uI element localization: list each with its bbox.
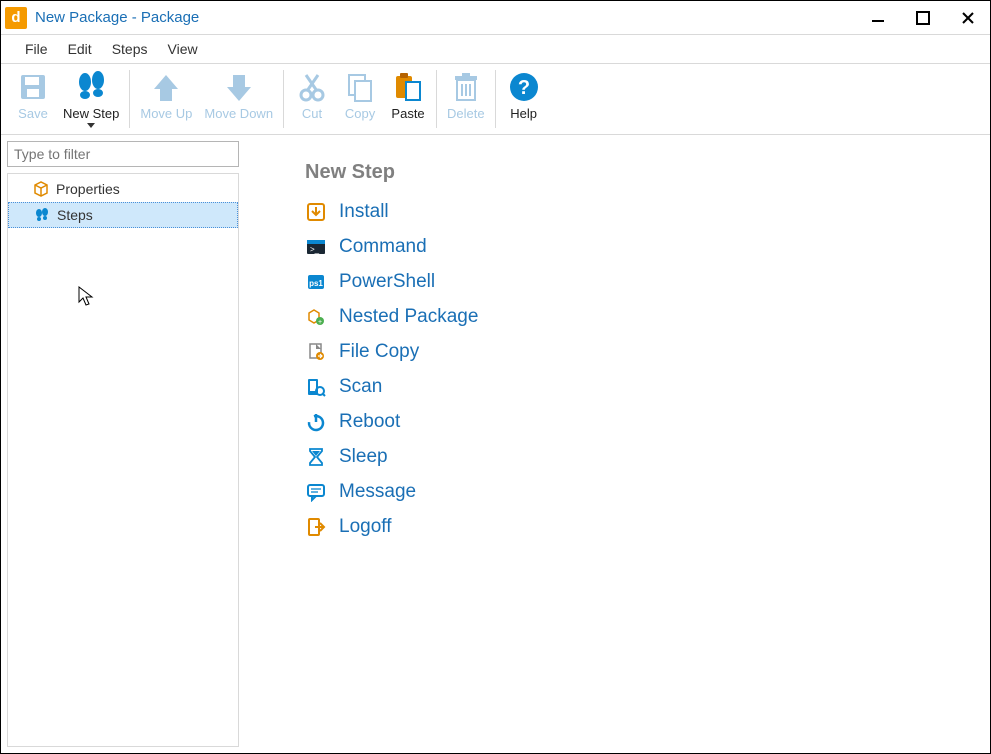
close-button[interactable] bbox=[945, 3, 990, 33]
step-reboot[interactable]: Reboot bbox=[305, 404, 970, 439]
step-link[interactable]: Sleep bbox=[339, 446, 388, 468]
powershell-icon: ps1 bbox=[305, 272, 327, 292]
tree-item-label: Steps bbox=[57, 207, 93, 223]
step-file-copy[interactable]: File Copy bbox=[305, 334, 970, 369]
footsteps-icon bbox=[33, 206, 51, 224]
step-install[interactable]: Install bbox=[305, 194, 970, 229]
step-message[interactable]: Message bbox=[305, 474, 970, 509]
title-bar: d New Package - Package bbox=[1, 1, 990, 35]
tree-item-properties[interactable]: Properties bbox=[8, 176, 238, 202]
box-icon bbox=[32, 180, 50, 198]
menu-bar: File Edit Steps View bbox=[1, 35, 990, 63]
toolbar-separator bbox=[283, 70, 284, 128]
copy-icon bbox=[345, 68, 375, 106]
help-icon: ? bbox=[508, 68, 540, 106]
power-icon bbox=[305, 412, 327, 432]
tree-view[interactable]: Properties Steps bbox=[7, 173, 239, 747]
step-link[interactable]: Install bbox=[339, 201, 389, 223]
toolbar-separator bbox=[436, 70, 437, 128]
step-link[interactable]: File Copy bbox=[339, 341, 419, 363]
app-window: d New Package - Package File Edit Steps … bbox=[0, 0, 991, 754]
scan-icon bbox=[305, 377, 327, 397]
move-down-button[interactable]: Move Down bbox=[198, 64, 279, 134]
tree-item-label: Properties bbox=[56, 181, 120, 197]
step-powershell[interactable]: ps1 PowerShell bbox=[305, 264, 970, 299]
cut-button[interactable]: Cut bbox=[288, 64, 336, 134]
body: Properties Steps New Step Install bbox=[1, 135, 990, 753]
command-icon: >_ bbox=[305, 237, 327, 257]
step-sleep[interactable]: Sleep bbox=[305, 439, 970, 474]
step-link[interactable]: Scan bbox=[339, 376, 382, 398]
menu-file[interactable]: File bbox=[15, 38, 58, 60]
window-title: New Package - Package bbox=[35, 9, 855, 26]
app-icon: d bbox=[5, 7, 27, 29]
copy-button[interactable]: Copy bbox=[336, 64, 384, 134]
toolbar: Save New Step Move Up Move Down bbox=[1, 63, 990, 135]
install-icon bbox=[305, 202, 327, 222]
step-scan[interactable]: Scan bbox=[305, 369, 970, 404]
svg-text:>_: >_ bbox=[310, 245, 320, 254]
toolbar-separator bbox=[495, 70, 496, 128]
step-nested-package[interactable]: + Nested Package bbox=[305, 299, 970, 334]
chevron-down-icon bbox=[87, 123, 95, 128]
step-link[interactable]: Nested Package bbox=[339, 306, 478, 328]
arrow-down-icon bbox=[225, 68, 253, 106]
step-link[interactable]: Logoff bbox=[339, 516, 391, 538]
menu-steps[interactable]: Steps bbox=[102, 38, 158, 60]
save-button[interactable]: Save bbox=[9, 64, 57, 134]
help-button[interactable]: ? Help bbox=[500, 64, 548, 134]
step-link[interactable]: Reboot bbox=[339, 411, 400, 433]
filter-input[interactable] bbox=[7, 141, 239, 167]
main-panel: New Step Install >_ Command ps1 bbox=[245, 135, 990, 753]
step-command[interactable]: >_ Command bbox=[305, 229, 970, 264]
message-icon bbox=[305, 482, 327, 502]
delete-button[interactable]: Delete bbox=[441, 64, 491, 134]
step-link[interactable]: Message bbox=[339, 481, 416, 503]
file-copy-icon bbox=[305, 342, 327, 362]
menu-edit[interactable]: Edit bbox=[58, 38, 102, 60]
nested-package-icon: + bbox=[305, 307, 327, 327]
save-icon bbox=[17, 68, 49, 106]
paste-icon bbox=[393, 68, 423, 106]
new-step-button[interactable]: New Step bbox=[57, 64, 125, 134]
minimize-button[interactable] bbox=[855, 3, 900, 33]
svg-text:ps1: ps1 bbox=[309, 279, 323, 288]
step-link[interactable]: PowerShell bbox=[339, 271, 435, 293]
tree-item-steps[interactable]: Steps bbox=[8, 202, 238, 228]
step-logoff[interactable]: Logoff bbox=[305, 509, 970, 544]
svg-text:+: + bbox=[318, 319, 322, 326]
step-list: Install >_ Command ps1 PowerShell bbox=[305, 194, 970, 544]
paste-button[interactable]: Paste bbox=[384, 64, 432, 134]
step-link[interactable]: Command bbox=[339, 236, 427, 258]
sidebar: Properties Steps bbox=[1, 135, 245, 753]
arrow-up-icon bbox=[152, 68, 180, 106]
window-controls bbox=[855, 3, 990, 33]
scissors-icon bbox=[298, 68, 326, 106]
section-title: New Step bbox=[305, 161, 970, 184]
menu-view[interactable]: View bbox=[158, 38, 208, 60]
toolbar-separator bbox=[129, 70, 130, 128]
footsteps-icon bbox=[73, 68, 109, 106]
hourglass-icon bbox=[305, 447, 327, 467]
logoff-icon bbox=[305, 517, 327, 537]
maximize-button[interactable] bbox=[900, 3, 945, 33]
trash-icon bbox=[453, 68, 479, 106]
move-up-button[interactable]: Move Up bbox=[134, 64, 198, 134]
svg-text:?: ? bbox=[518, 77, 530, 99]
